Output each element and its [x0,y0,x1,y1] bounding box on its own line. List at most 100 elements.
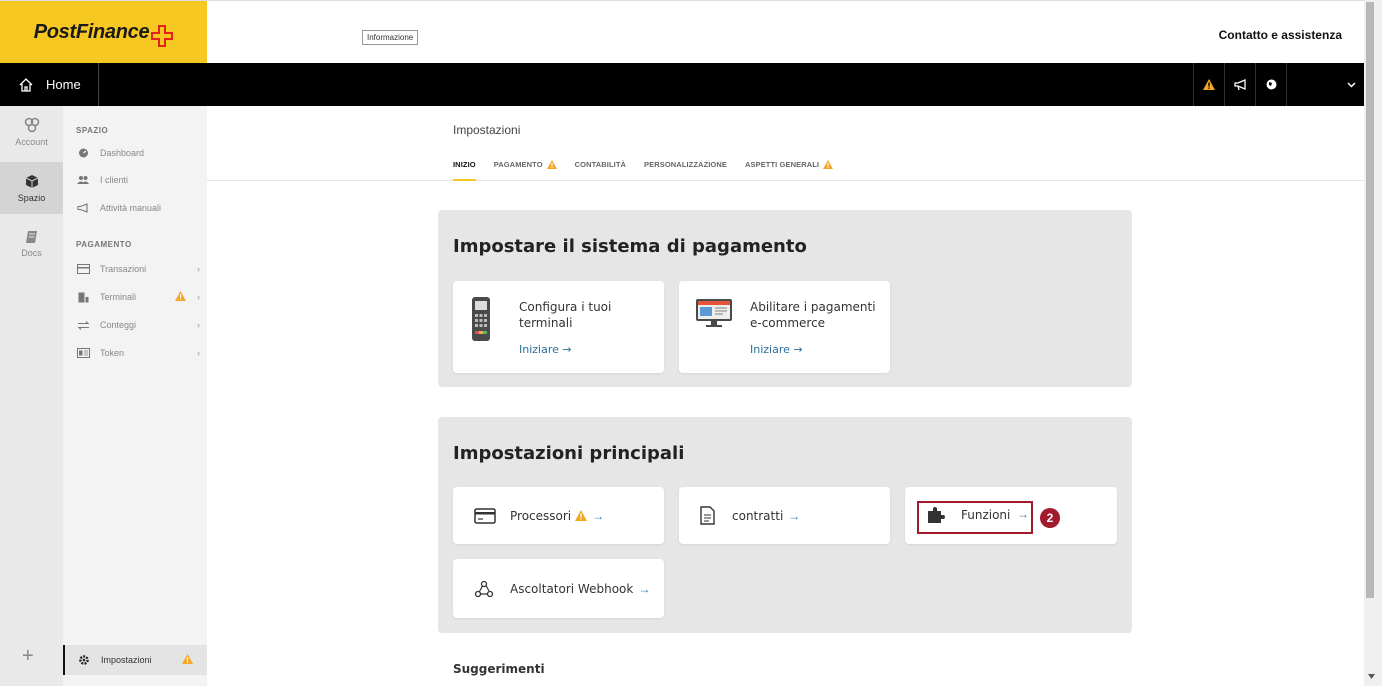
rail-label: Account [15,137,48,147]
warning-button[interactable] [1193,63,1224,106]
scroll-down-arrow-icon[interactable] [1368,674,1375,679]
top-header: PostFinance Informazione Contatto e assi… [0,0,1364,64]
sidebar: SPAZIO Dashboard I clienti Attività manu… [63,106,207,686]
document-icon [700,506,715,525]
warning-icon [575,510,588,521]
home-link[interactable]: Home [0,63,99,106]
contracts-card[interactable]: contratti → [679,487,890,544]
app-root: PostFinance Informazione Contatto e assi… [0,0,1382,686]
tab-label: ASPETTI GENERALI [744,160,820,169]
tab-contabilita[interactable]: CONTABILITÀ [575,160,626,181]
start-link[interactable]: Iniziare → [750,343,803,356]
tab-label: PERSONALIZZAZIONE [644,160,727,169]
tab-label: INIZIO [453,160,476,169]
payment-setup-panel: Impostare il sistema di pagamento Config… [438,210,1132,387]
webhook-listeners-card[interactable]: Ascoltatori Webhook → [453,559,664,618]
ecommerce-monitor-icon [696,299,732,327]
sidebar-item-label: Conteggi [100,320,137,330]
credit-card-icon [474,507,496,524]
sidebar-item-label: I clienti [100,175,129,185]
chevron-right-icon: › [197,264,200,274]
start-link[interactable]: Iniziare → [519,343,572,356]
logo-text: PostFinance [33,21,150,43]
contact-link[interactable]: Contatto e assistenza [1219,28,1342,42]
users-icon [76,175,90,185]
chevron-down-icon [1347,81,1356,88]
tab-label: CONTABILITÀ [574,160,627,169]
tab-inizio[interactable]: INIZIO [453,160,476,181]
sidebar-item-label: Transazioni [100,264,147,274]
warning-icon [182,654,193,666]
language-button[interactable] [1255,63,1286,106]
book-icon [26,231,37,243]
configure-terminals-card[interactable]: Configura i tuoi terminali Iniziare → [453,281,664,373]
suggestions-heading: Suggerimenti [453,662,545,676]
user-menu-toggle[interactable] [1286,63,1364,106]
step-badge: 2 [1040,508,1060,528]
arrow-right-icon: → [638,581,651,596]
ecommerce-card[interactable]: Abilitare i pagamenti e-commerce Iniziar… [679,281,890,373]
logo[interactable]: PostFinance [0,1,207,64]
info-button[interactable]: Informazione [362,30,419,45]
settings-header: Impostazioni INIZIO PAGAMENTO CONTABILIT… [207,106,1364,181]
rail-item-spazio[interactable]: Spazio [0,162,63,214]
sidebar-item-transactions[interactable]: Transazioni › [76,261,200,277]
card-label: contratti [732,508,784,523]
rail-label: Docs [21,248,42,258]
tab-pagamento[interactable]: PAGAMENTO [494,160,557,181]
sidebar-item-label: Attività manuali [100,203,162,213]
card-label: Processori [510,508,572,523]
chevron-right-icon: › [197,320,200,330]
megaphone-icon [76,203,90,213]
rail-item-account[interactable]: Account [0,106,63,158]
card-title-line1: Configura i tuoi [519,300,612,314]
sidebar-item-clients[interactable]: I clienti [76,172,200,188]
pos-terminal-icon [472,297,490,341]
sidebar-item-terminals[interactable]: Terminali › [76,289,200,305]
arrow-right-icon: → [788,508,801,523]
home-label: Home [46,77,81,92]
gear-icon [79,655,89,665]
account-icon [24,117,39,133]
card-icon [76,264,90,274]
left-rail: Account Spazio Docs + [0,106,63,686]
panel-title: Impostare il sistema di pagamento [453,236,807,257]
add-button[interactable]: + [22,645,34,668]
sidebar-item-dashboard[interactable]: Dashboard [76,145,200,161]
chevron-right-icon: › [197,348,200,358]
token-icon [76,348,90,358]
navbar-actions [1193,63,1364,106]
megaphone-icon [1233,78,1246,90]
globe-icon [1266,79,1276,90]
rail-item-docs[interactable]: Docs [0,218,63,270]
sidebar-item-settlements[interactable]: Conteggi › [76,317,200,333]
announcements-button[interactable] [1224,63,1255,106]
sidebar-item-label: Dashboard [100,148,145,158]
main-navbar: Home [0,63,1364,106]
sidebar-section-title: SPAZIO [76,126,109,135]
cube-icon [25,174,38,188]
processors-card[interactable]: Processori → [453,487,664,544]
tab-aspetti-generali[interactable]: ASPETTI GENERALI [744,160,834,181]
warning-icon [546,160,557,171]
swiss-cross-icon [151,24,174,47]
sidebar-item-token[interactable]: Token › [76,345,200,361]
sidebar-item-manual-tasks[interactable]: Attività manuali [76,200,200,216]
tab-personalizzazione[interactable]: PERSONALIZZAZIONE [644,160,727,181]
functions-highlight-box [917,501,1033,534]
panel-title: Impostazioni principali [453,443,685,464]
card-title-line2: e-commerce [750,316,826,330]
transfer-icon [76,320,90,330]
chevron-right-icon: › [197,292,200,302]
page-title: Impostazioni [453,123,521,137]
sidebar-section-title: PAGAMENTO [76,240,132,249]
sidebar-item-settings[interactable]: Impostazioni [63,645,207,675]
sidebar-item-label: Terminali [100,292,137,302]
arrow-right-icon: → [592,508,605,523]
card-title-line1: Abilitare i pagamenti [750,300,876,314]
home-icon [19,77,33,92]
scrollbar-thumb[interactable] [1366,2,1374,598]
sidebar-item-label: Impostazioni [101,655,152,665]
rail-label: Spazio [17,192,46,203]
sidebar-item-label: Token [100,348,125,358]
